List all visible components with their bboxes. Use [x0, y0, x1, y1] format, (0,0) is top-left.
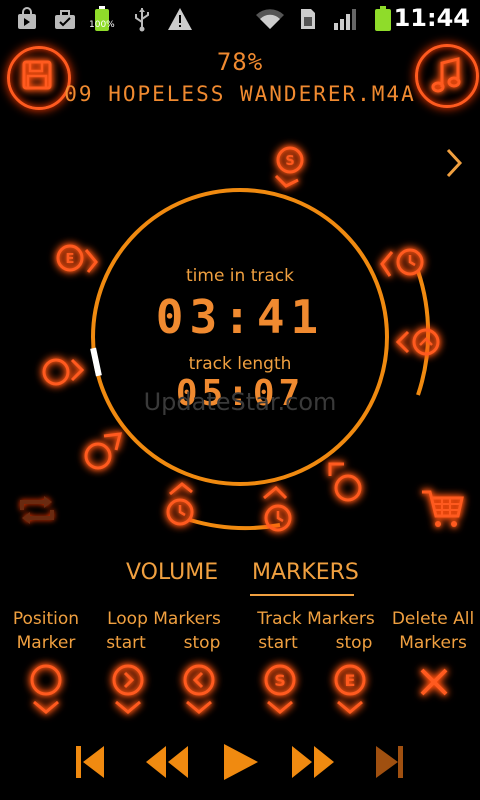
add-position-marker-button[interactable] [24, 662, 68, 718]
shopping-cart-icon [422, 490, 464, 527]
repeat-button[interactable] [14, 488, 60, 532]
delete-all-markers-button[interactable] [412, 662, 456, 718]
rewind-button[interactable] [142, 740, 192, 784]
battery-percent: 100% [89, 20, 115, 30]
bag-icon [14, 6, 40, 32]
svg-text:E: E [66, 252, 75, 267]
marker-right-lower[interactable] [322, 458, 372, 506]
loop-stop-marker[interactable] [394, 322, 444, 362]
delete-all-label: Delete All Markers [391, 609, 475, 653]
track-stop-label: stop [335, 633, 373, 653]
wifi-icon [254, 6, 286, 32]
next-page-button[interactable] [440, 146, 468, 180]
battery-full-icon [372, 6, 394, 32]
track-stop-marker[interactable]: E [52, 240, 102, 280]
svg-text:S: S [274, 671, 286, 690]
active-tab-underline [250, 594, 354, 596]
status-bar: 100% 11:44 [0, 0, 480, 38]
track-markers-title: Track Markers [257, 609, 375, 629]
usb-icon [130, 6, 154, 32]
status-clock: 11:44 [393, 4, 470, 32]
marker-left-lower[interactable] [78, 428, 128, 476]
skip-next-button[interactable] [370, 740, 414, 784]
loop-markers-title: Loop Markers [107, 609, 221, 629]
chevron-right-icon [446, 148, 463, 178]
play-button[interactable] [218, 740, 262, 784]
watermark: UpdateStar.com [143, 388, 337, 416]
tab-markers[interactable]: MARKERS [252, 560, 359, 585]
sim-icon [298, 6, 318, 32]
add-loop-start-button[interactable] [106, 662, 150, 718]
loop-start-marker[interactable] [38, 350, 88, 390]
position-marker-label: Position Marker [12, 609, 80, 653]
add-track-stop-button[interactable]: E [328, 662, 372, 718]
track-name: 09 HOPELESS WANDERER.M4A [64, 82, 416, 106]
repeat-icon [20, 496, 54, 524]
marker-clock-bottom-2[interactable] [256, 484, 300, 536]
tab-volume[interactable]: VOLUME [126, 560, 218, 585]
skip-previous-button[interactable] [68, 740, 112, 784]
briefcase-icon [52, 6, 78, 32]
svg-text:E: E [345, 671, 356, 690]
marker-clock-right-1[interactable] [378, 244, 430, 284]
progress-percent: 78% [216, 48, 264, 76]
add-track-start-button[interactable]: S [258, 662, 302, 718]
add-loop-stop-button[interactable] [177, 662, 221, 718]
svg-text:S: S [285, 154, 294, 169]
track-start-marker[interactable]: S [266, 142, 310, 192]
store-button[interactable] [418, 486, 468, 532]
marker-clock-bottom-1[interactable] [160, 480, 204, 532]
loop-stop-label: stop [183, 633, 221, 653]
fast-forward-button[interactable] [288, 740, 338, 784]
signal-icon [332, 6, 360, 32]
loop-start-label: start [106, 633, 146, 653]
warning-icon [166, 6, 194, 32]
track-start-label: start [258, 633, 298, 653]
